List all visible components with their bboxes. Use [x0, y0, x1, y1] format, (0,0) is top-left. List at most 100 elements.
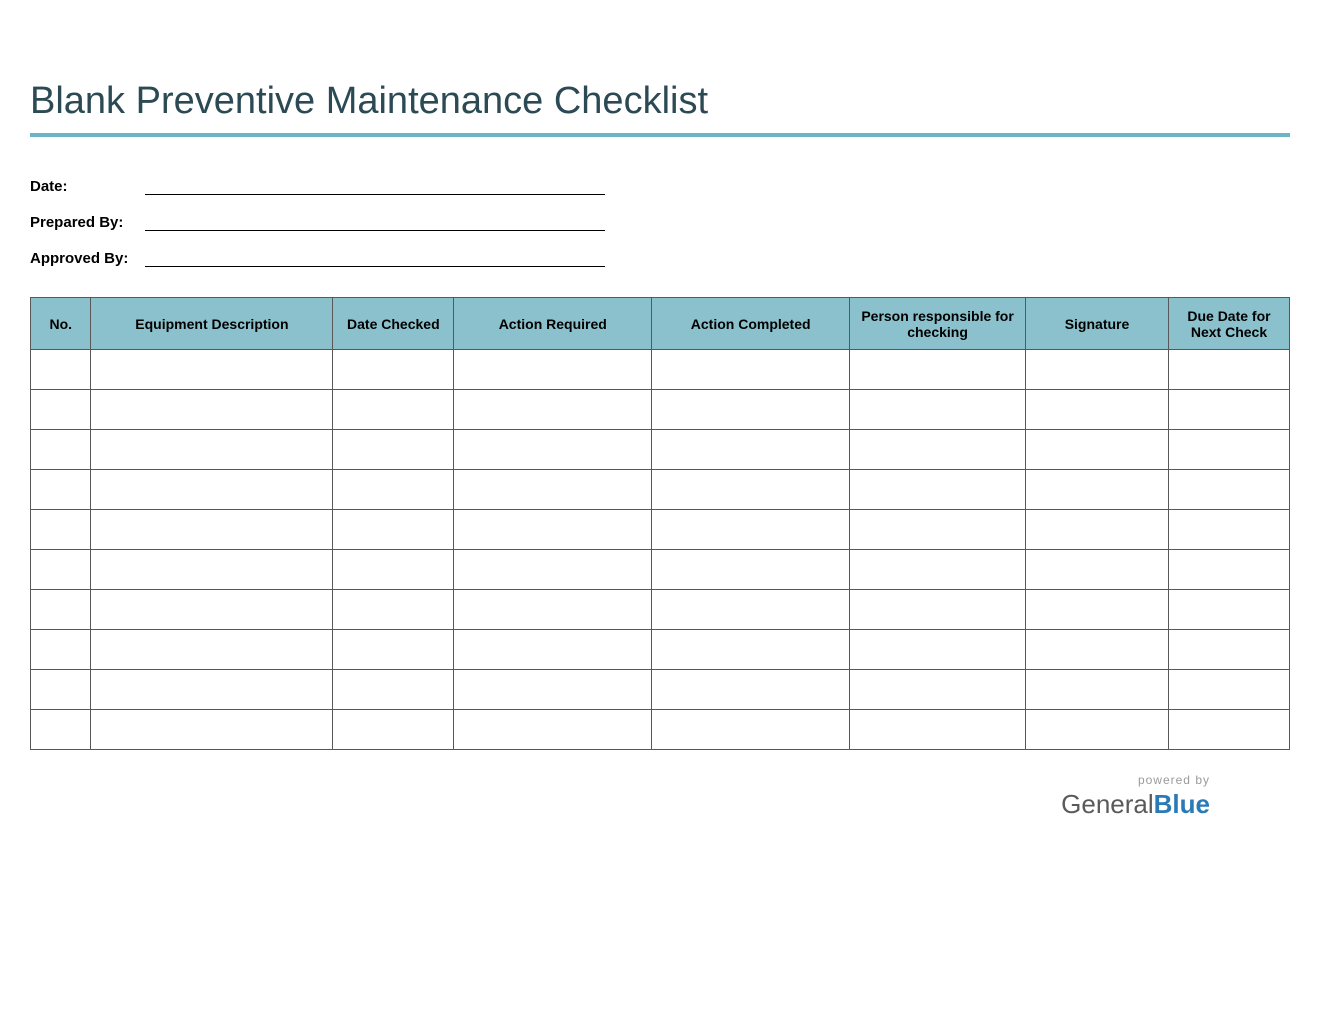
prepared-by-row: Prepared By: [30, 203, 1290, 231]
table-cell[interactable] [1026, 430, 1169, 470]
checklist-table: No. Equipment Description Date Checked A… [30, 297, 1290, 750]
table-row [31, 670, 1290, 710]
table-cell[interactable] [31, 390, 91, 430]
table-cell[interactable] [1026, 590, 1169, 630]
table-cell[interactable] [652, 630, 850, 670]
header-action-completed: Action Completed [652, 298, 850, 350]
table-cell[interactable] [333, 430, 454, 470]
date-label: Date: [30, 178, 145, 195]
table-cell[interactable] [1026, 350, 1169, 390]
table-cell[interactable] [31, 710, 91, 750]
table-cell[interactable] [652, 430, 850, 470]
table-cell[interactable] [652, 350, 850, 390]
table-cell[interactable] [454, 710, 652, 750]
table-cell[interactable] [31, 470, 91, 510]
prepared-by-input-line[interactable] [145, 209, 605, 231]
table-cell[interactable] [1168, 670, 1289, 710]
table-cell[interactable] [652, 590, 850, 630]
table-cell[interactable] [31, 630, 91, 670]
table-cell[interactable] [1168, 430, 1289, 470]
table-cell[interactable] [850, 630, 1026, 670]
table-cell[interactable] [454, 390, 652, 430]
table-cell[interactable] [1026, 470, 1169, 510]
table-cell[interactable] [333, 590, 454, 630]
table-cell[interactable] [31, 550, 91, 590]
table-cell[interactable] [652, 390, 850, 430]
brand-name: GeneralBlue [1061, 789, 1210, 820]
table-cell[interactable] [850, 550, 1026, 590]
header-date-checked: Date Checked [333, 298, 454, 350]
table-cell[interactable] [1026, 630, 1169, 670]
approved-by-input-line[interactable] [145, 245, 605, 267]
brand-part2: Blue [1154, 789, 1210, 819]
table-cell[interactable] [31, 350, 91, 390]
table-row [31, 710, 1290, 750]
table-cell[interactable] [850, 350, 1026, 390]
table-cell[interactable] [850, 670, 1026, 710]
table-cell[interactable] [91, 590, 333, 630]
table-cell[interactable] [850, 470, 1026, 510]
table-cell[interactable] [1168, 390, 1289, 430]
table-cell[interactable] [1026, 510, 1169, 550]
table-cell[interactable] [1168, 590, 1289, 630]
table-cell[interactable] [454, 350, 652, 390]
table-cell[interactable] [1168, 630, 1289, 670]
table-cell[interactable] [31, 670, 91, 710]
table-cell[interactable] [454, 430, 652, 470]
table-cell[interactable] [652, 550, 850, 590]
table-cell[interactable] [91, 670, 333, 710]
table-cell[interactable] [652, 470, 850, 510]
table-cell[interactable] [850, 430, 1026, 470]
table-cell[interactable] [1168, 710, 1289, 750]
table-cell[interactable] [91, 510, 333, 550]
table-cell[interactable] [1168, 550, 1289, 590]
table-cell[interactable] [850, 390, 1026, 430]
table-cell[interactable] [850, 510, 1026, 550]
table-row [31, 630, 1290, 670]
table-cell[interactable] [652, 710, 850, 750]
table-row [31, 550, 1290, 590]
table-cell[interactable] [31, 590, 91, 630]
table-cell[interactable] [91, 550, 333, 590]
table-cell[interactable] [333, 670, 454, 710]
table-cell[interactable] [91, 630, 333, 670]
table-cell[interactable] [333, 510, 454, 550]
table-cell[interactable] [91, 470, 333, 510]
form-fields-section: Date: Prepared By: Approved By: [30, 167, 1290, 267]
table-cell[interactable] [91, 390, 333, 430]
table-cell[interactable] [1168, 510, 1289, 550]
date-input-line[interactable] [145, 173, 605, 195]
prepared-by-label: Prepared By: [30, 214, 145, 231]
table-cell[interactable] [333, 710, 454, 750]
table-cell[interactable] [333, 390, 454, 430]
table-cell[interactable] [1026, 550, 1169, 590]
table-row [31, 390, 1290, 430]
table-cell[interactable] [454, 590, 652, 630]
table-cell[interactable] [850, 710, 1026, 750]
page-title: Blank Preventive Maintenance Checklist [30, 80, 1290, 137]
table-cell[interactable] [91, 430, 333, 470]
table-cell[interactable] [652, 510, 850, 550]
table-cell[interactable] [454, 630, 652, 670]
table-cell[interactable] [333, 350, 454, 390]
table-cell[interactable] [31, 430, 91, 470]
table-cell[interactable] [333, 630, 454, 670]
table-cell[interactable] [454, 470, 652, 510]
table-cell[interactable] [1026, 710, 1169, 750]
brand-part1: General [1061, 789, 1154, 819]
table-cell[interactable] [1026, 670, 1169, 710]
table-cell[interactable] [333, 470, 454, 510]
table-cell[interactable] [333, 550, 454, 590]
table-cell[interactable] [454, 550, 652, 590]
table-cell[interactable] [91, 350, 333, 390]
table-cell[interactable] [1168, 350, 1289, 390]
table-cell[interactable] [1026, 390, 1169, 430]
table-cell[interactable] [454, 670, 652, 710]
table-cell[interactable] [454, 510, 652, 550]
table-cell[interactable] [1168, 470, 1289, 510]
powered-by-label: powered by [1061, 773, 1210, 787]
table-cell[interactable] [652, 670, 850, 710]
table-cell[interactable] [91, 710, 333, 750]
table-cell[interactable] [31, 510, 91, 550]
table-cell[interactable] [850, 590, 1026, 630]
